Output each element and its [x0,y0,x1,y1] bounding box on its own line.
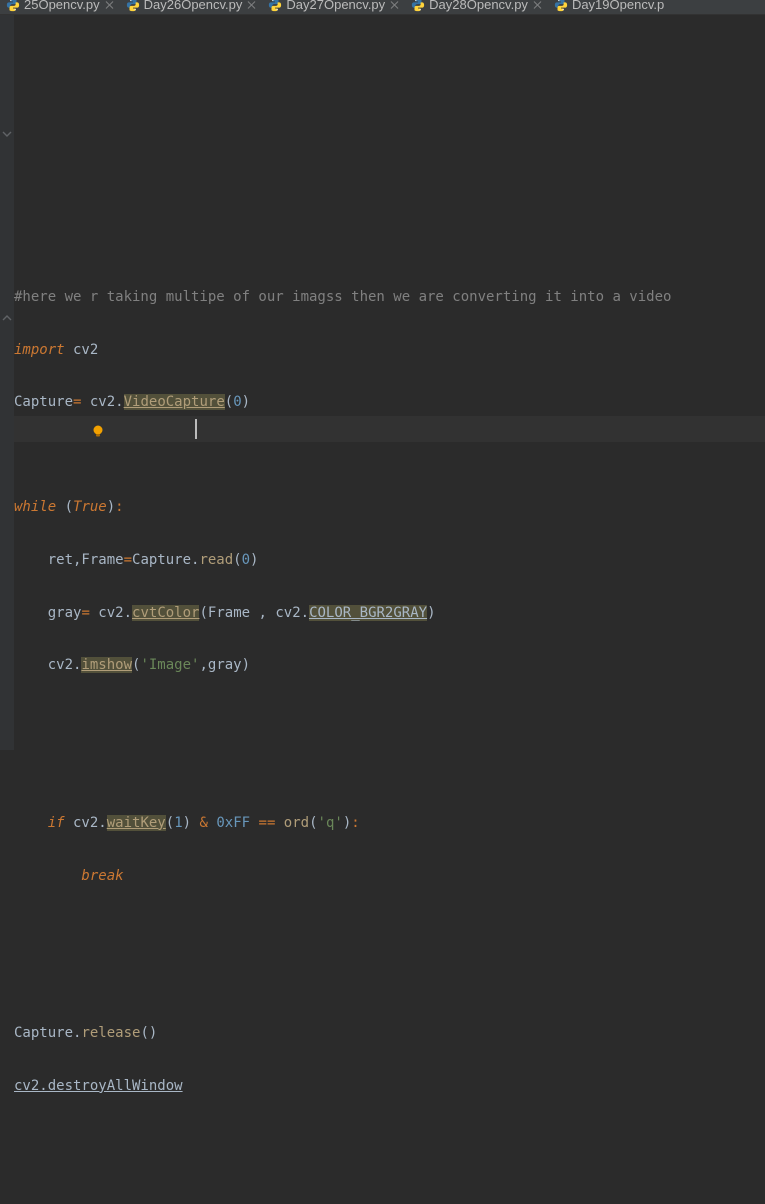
fold-icon[interactable] [1,128,13,140]
code-line[interactable]: Capture.release() [14,1020,765,1046]
code-line[interactable]: cv2.imshow('Image',gray) [14,652,765,678]
code-line[interactable]: while (True): [14,494,765,520]
tab-file-1[interactable]: Day26Opencv.py [120,0,263,14]
code-line[interactable]: #here we r taking multipe of our imagss … [14,284,765,310]
tab-label: Day26Opencv.py [144,0,243,12]
tab-file-2[interactable]: Day27Opencv.py [262,0,405,14]
text-caret [195,419,197,439]
python-icon [268,0,282,12]
code-line[interactable] [14,915,765,941]
tab-label: Day28Opencv.py [429,0,528,12]
gutter [0,15,14,750]
python-icon [411,0,425,12]
tab-label: Day19Opencv.p [572,0,664,12]
code-line[interactable]: break [14,863,765,889]
close-icon[interactable] [248,1,256,9]
code-area[interactable]: #here we r taking multipe of our imagss … [14,15,765,750]
code-editor[interactable]: #here we r taking multipe of our imagss … [0,15,765,750]
code-line[interactable]: ret,Frame=Capture.read(0) [14,547,765,573]
code-line[interactable]: if cv2.waitKey(1) & 0xFF == ord('q'): [14,810,765,836]
code-line[interactable] [14,442,765,468]
close-icon[interactable] [106,1,114,9]
code-line[interactable] [14,705,765,731]
tab-bar: 25Opencv.py Day26Opencv.py Day27Opencv.p… [0,0,765,15]
code-line[interactable]: import cv2 [14,337,765,363]
tab-file-0[interactable]: 25Opencv.py [0,0,120,14]
tab-label: 25Opencv.py [24,0,100,12]
python-icon [554,0,568,12]
python-icon [6,0,20,12]
intention-bulb-icon[interactable] [40,395,54,409]
python-icon [126,0,140,12]
tab-file-3[interactable]: Day28Opencv.py [405,0,548,14]
code-line[interactable] [14,968,765,994]
code-line[interactable] [14,757,765,783]
fold-end-icon[interactable] [1,312,13,324]
tab-file-4[interactable]: Day19Opencv.p [548,0,670,14]
code-line[interactable]: cv2.destroyAllWindow [14,1073,765,1099]
code-line[interactable]: Capture= cv2.VideoCapture(0) [14,389,765,415]
tab-label: Day27Opencv.py [286,0,385,12]
close-icon[interactable] [534,1,542,9]
close-icon[interactable] [391,1,399,9]
code-line[interactable]: gray= cv2.cvtColor(Frame , cv2.COLOR_BGR… [14,600,765,626]
